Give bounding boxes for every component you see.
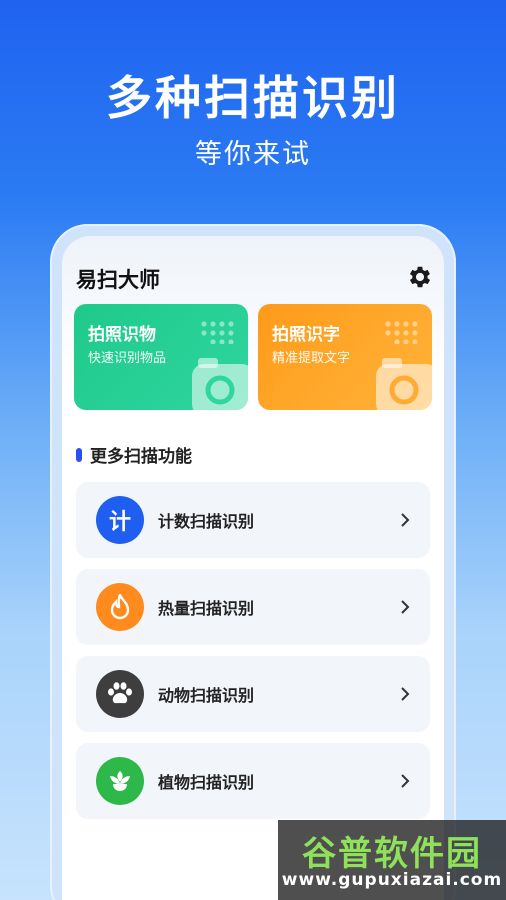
flame-icon (96, 583, 144, 631)
section-marker (76, 447, 82, 462)
count-scan-item[interactable]: 计 计数扫描识别 (76, 482, 430, 558)
card-subtitle: 快速识别物品 (88, 351, 167, 366)
count-icon-text: 计 (108, 510, 131, 535)
dots-decoration-icon (201, 321, 234, 344)
flower-icon (96, 757, 144, 805)
camera-icon (192, 358, 248, 410)
paw-icon (96, 670, 144, 718)
feature-label: 计数扫描识别 (158, 512, 255, 531)
feature-label: 动物扫描识别 (158, 686, 255, 705)
phone-frame: 易扫大师 拍照识物 快速识别物品 拍照识字 精准提取文字 更多扫描功能 计 计数… (50, 224, 456, 900)
feature-label: 植物扫描识别 (158, 773, 255, 792)
section-title: 更多扫描功能 (76, 442, 192, 467)
photo-object-card[interactable]: 拍照识物 快速识别物品 (74, 304, 248, 410)
animal-scan-item[interactable]: 动物扫描识别 (76, 656, 430, 732)
watermark: 谷普软件园 www.gupuxiazai.com (278, 820, 506, 900)
plant-scan-item[interactable]: 植物扫描识别 (76, 743, 430, 819)
section-title-text: 更多扫描功能 (90, 447, 192, 467)
photo-text-card[interactable]: 拍照识字 精准提取文字 (258, 304, 432, 410)
calorie-scan-item[interactable]: 热量扫描识别 (76, 569, 430, 645)
watermark-brand: 谷普软件园 (302, 834, 482, 874)
hero-subtitle: 等你来试 (195, 139, 311, 170)
chevron-right-icon (401, 513, 410, 527)
paw-shape (108, 682, 132, 704)
camera-icon (376, 358, 432, 410)
flame-shape (110, 594, 130, 620)
hero-title: 多种扫描识别 (106, 71, 400, 125)
app-title: 易扫大师 (76, 268, 160, 292)
card-title: 拍照识字 (272, 325, 340, 345)
dots-decoration-icon (385, 321, 418, 344)
feature-label: 热量扫描识别 (158, 599, 255, 618)
count-icon: 计 (96, 496, 144, 544)
chevron-right-icon (401, 774, 410, 788)
gear-icon[interactable] (406, 263, 434, 291)
app-screen: 易扫大师 拍照识物 快速识别物品 拍照识字 精准提取文字 更多扫描功能 计 计数… (62, 236, 444, 900)
flower-shape (110, 771, 130, 791)
chevron-right-icon (401, 687, 410, 701)
watermark-url: www.gupuxiazai.com (281, 870, 503, 890)
chevron-right-icon (401, 600, 410, 614)
card-subtitle: 精准提取文字 (272, 351, 351, 366)
card-title: 拍照识物 (88, 325, 156, 345)
